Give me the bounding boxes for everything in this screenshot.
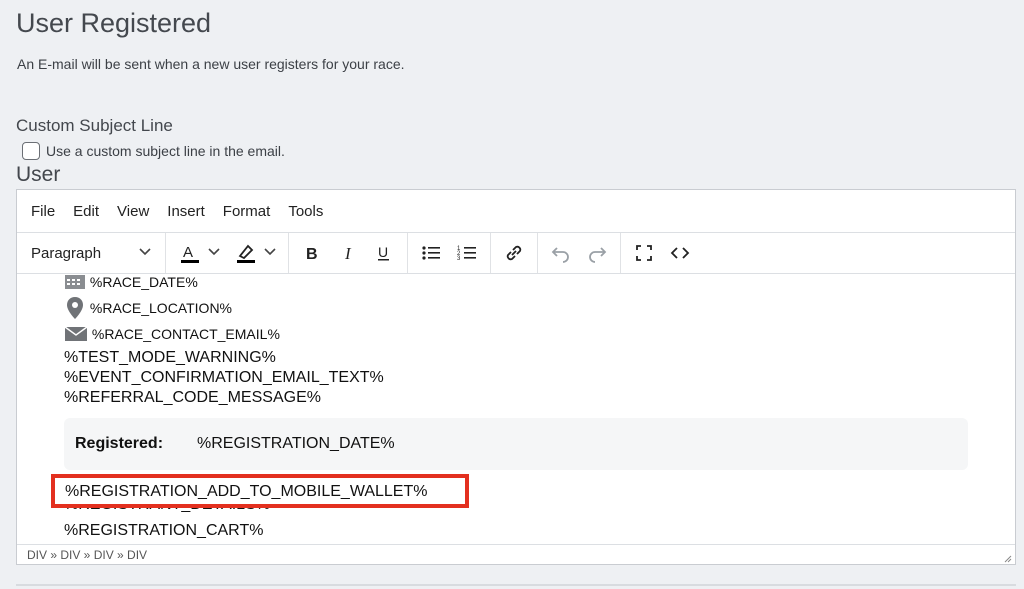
race-location-line: %RACE_LOCATION% bbox=[64, 296, 232, 323]
envelope-icon bbox=[64, 326, 88, 345]
editor-toolbar: Paragraph A B I U 123 bbox=[17, 232, 1015, 274]
race-date-line: %RACE_DATE% bbox=[64, 274, 198, 293]
registration-cart-token: %REGISTRATION_CART% bbox=[64, 522, 264, 539]
block-format-value: Paragraph bbox=[31, 244, 102, 262]
source-code-icon[interactable] bbox=[665, 238, 695, 268]
test-mode-warning-token: %TEST_MODE_WARNING% bbox=[64, 349, 276, 366]
event-confirmation-token: %EVENT_CONFIRMATION_EMAIL_TEXT% bbox=[64, 369, 384, 386]
resize-handle-icon[interactable] bbox=[1002, 552, 1012, 563]
race-contact-token: %RACE_CONTACT_EMAIL% bbox=[91, 326, 280, 343]
page-title: User Registered bbox=[16, 8, 212, 38]
divider bbox=[16, 584, 1016, 586]
menu-file[interactable]: File bbox=[31, 203, 55, 220]
editor-menubar: File Edit View Insert Format Tools bbox=[17, 190, 1015, 232]
redo-icon[interactable] bbox=[582, 238, 612, 268]
map-pin-icon bbox=[64, 296, 86, 323]
mobile-wallet-token: %REGISTRATION_ADD_TO_MOBILE_WALLET% bbox=[65, 483, 428, 500]
undo-icon[interactable] bbox=[546, 238, 576, 268]
numbered-list-icon[interactable]: 123 bbox=[452, 238, 482, 268]
link-icon[interactable] bbox=[499, 238, 529, 268]
race-contact-line: %RACE_CONTACT_EMAIL% bbox=[64, 326, 280, 345]
custom-subject-checkbox-row[interactable]: Use a custom subject line in the email. bbox=[22, 142, 285, 160]
svg-text:A: A bbox=[183, 244, 193, 261]
svg-text:I: I bbox=[344, 244, 352, 263]
menu-tools[interactable]: Tools bbox=[288, 203, 323, 220]
menu-edit[interactable]: Edit bbox=[73, 203, 99, 220]
custom-subject-checkbox-label[interactable]: Use a custom subject line in the email. bbox=[46, 143, 285, 159]
race-date-token: %RACE_DATE% bbox=[89, 274, 198, 291]
element-path[interactable]: DIV » DIV » DIV » DIV bbox=[27, 548, 147, 562]
bullet-list-icon[interactable] bbox=[416, 238, 446, 268]
editor-statusbar: DIV » DIV » DIV » DIV bbox=[17, 544, 1015, 564]
mobile-wallet-highlight: %REGISTRATION_ADD_TO_MOBILE_WALLET% bbox=[51, 474, 469, 508]
race-location-token: %RACE_LOCATION% bbox=[89, 300, 232, 317]
page-description: An E-mail will be sent when a new user r… bbox=[17, 56, 405, 72]
italic-icon[interactable]: I bbox=[333, 238, 363, 268]
editor-content[interactable]: %RACE_DATE% %RACE_LOCATION% %RACE_CONTAC… bbox=[17, 274, 1015, 544]
chevron-down-icon bbox=[139, 247, 151, 259]
registration-date-token: %REGISTRATION_DATE% bbox=[197, 435, 395, 452]
calendar-icon bbox=[64, 274, 86, 293]
bold-icon[interactable]: B bbox=[297, 238, 327, 268]
menu-format[interactable]: Format bbox=[223, 203, 271, 220]
editor-label: User bbox=[16, 163, 61, 186]
fullscreen-icon[interactable] bbox=[629, 238, 659, 268]
svg-text:B: B bbox=[306, 246, 318, 263]
menu-insert[interactable]: Insert bbox=[167, 203, 205, 220]
custom-subject-checkbox[interactable] bbox=[22, 142, 40, 160]
referral-code-token: %REFERRAL_CODE_MESSAGE% bbox=[64, 389, 321, 406]
underline-icon[interactable]: U bbox=[369, 238, 399, 268]
highlight-icon[interactable] bbox=[230, 238, 280, 268]
svg-text:3: 3 bbox=[457, 256, 461, 262]
text-color-icon[interactable]: A bbox=[174, 238, 224, 268]
block-format-select[interactable]: Paragraph bbox=[25, 238, 157, 268]
rich-text-editor: File Edit View Insert Format Tools Parag… bbox=[16, 189, 1016, 565]
menu-view[interactable]: View bbox=[117, 203, 149, 220]
custom-subject-label: Custom Subject Line bbox=[16, 116, 173, 135]
registered-label: Registered: bbox=[75, 435, 164, 452]
registered-info-box: Registered: %REGISTRATION_DATE% bbox=[64, 418, 968, 470]
svg-text:U: U bbox=[378, 244, 388, 260]
